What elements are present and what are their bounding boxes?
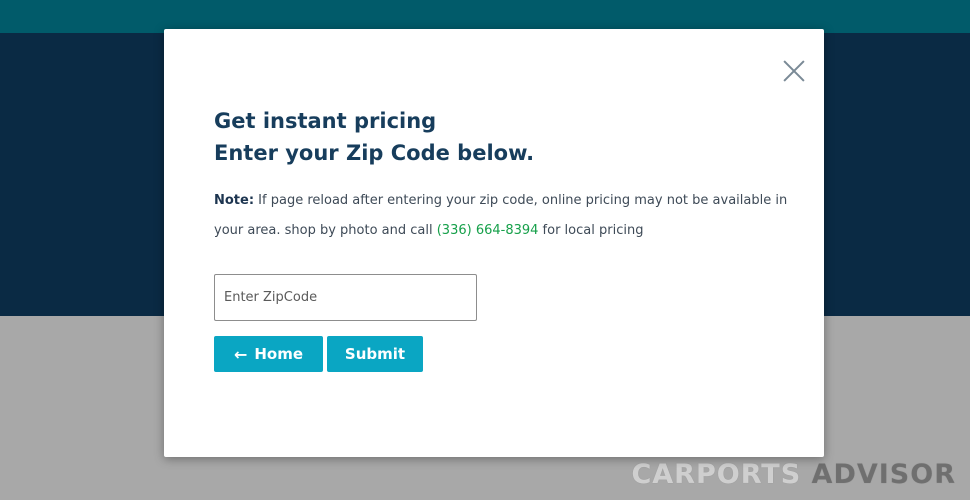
home-button-label: Home: [254, 345, 304, 363]
modal-title: Get instant pricing Enter your Zip Code …: [214, 105, 534, 169]
zip-code-input[interactable]: [214, 274, 477, 321]
home-button[interactable]: ← Home: [214, 336, 323, 372]
watermark-part2: ADVISOR: [811, 459, 956, 490]
zip-modal: Get instant pricing Enter your Zip Code …: [164, 29, 824, 457]
arrow-left-icon: ←: [233, 344, 248, 364]
close-icon[interactable]: [782, 59, 806, 83]
watermark: CARPORTS ADVISOR: [631, 459, 956, 490]
note-label: Note:: [214, 193, 255, 208]
note-body-2: for local pricing: [538, 223, 644, 238]
watermark-part1: CARPORTS: [631, 459, 812, 490]
title-line-1: Get instant pricing: [214, 109, 437, 133]
note-text: Note: If page reload after entering your…: [214, 186, 794, 246]
submit-button[interactable]: Submit: [327, 336, 423, 372]
title-line-2: Enter your Zip Code below.: [214, 141, 535, 165]
phone-link[interactable]: (336) 664-8394: [437, 223, 539, 238]
